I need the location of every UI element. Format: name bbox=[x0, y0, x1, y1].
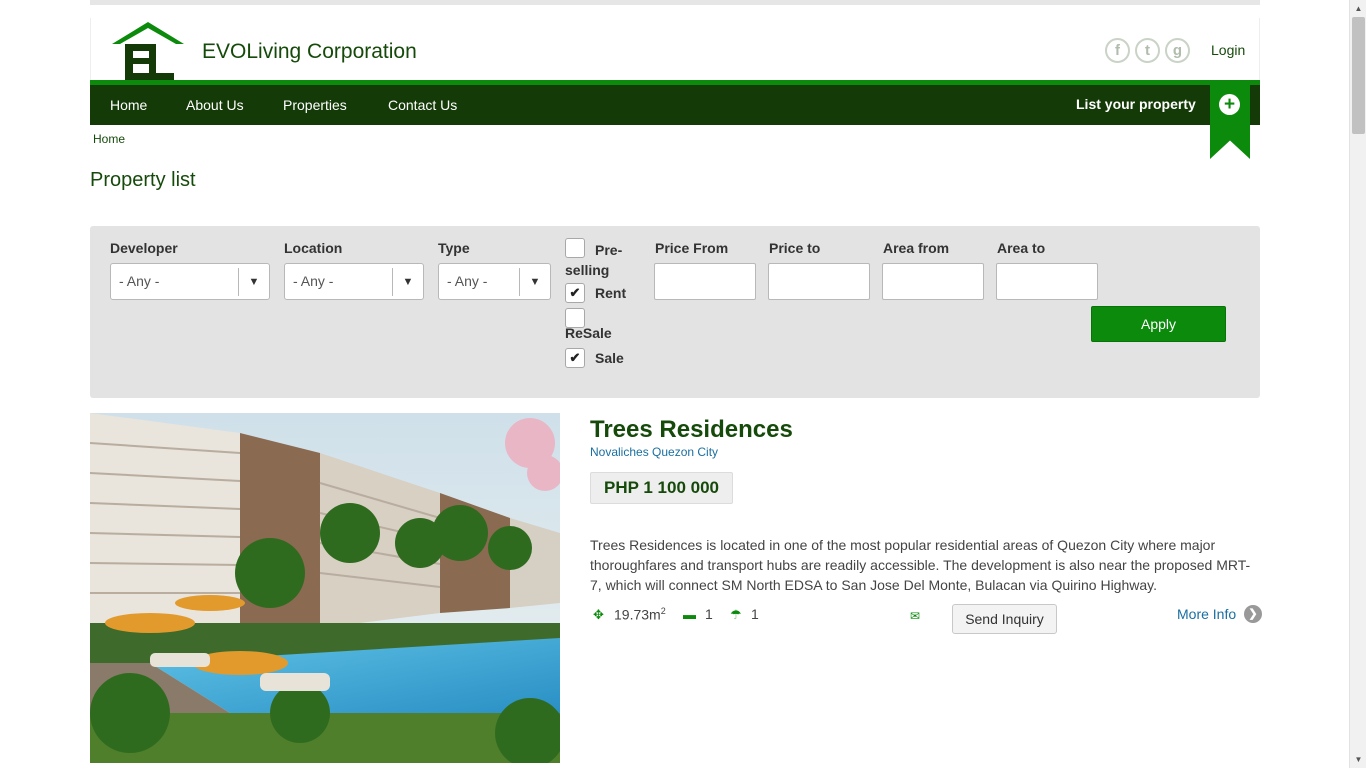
facebook-icon[interactable]: f bbox=[1105, 38, 1130, 63]
top-strip bbox=[90, 0, 1260, 5]
chevron-down-icon: ▼ bbox=[519, 268, 550, 296]
shower-icon: ☂ bbox=[730, 607, 742, 622]
rent-checkbox[interactable]: ✔ bbox=[565, 283, 585, 303]
scrollbar-thumb[interactable] bbox=[1352, 17, 1365, 134]
brand-name: EVOLiving Corporation bbox=[202, 40, 417, 63]
location-select-value: - Any - bbox=[293, 273, 334, 289]
page-scrollbar[interactable]: ▲ ▼ bbox=[1349, 0, 1366, 768]
price-from-input[interactable] bbox=[654, 263, 756, 300]
site-header: EVOLiving Corporation f t g Login bbox=[90, 18, 1260, 80]
property-filter-form: Developer - Any - ▼ Location - Any - ▼ T… bbox=[90, 226, 1260, 398]
pre-selling-label: Pre-selling bbox=[565, 242, 623, 278]
list-your-property-link[interactable]: List your property bbox=[1076, 96, 1196, 112]
area-to-label: Area to bbox=[997, 240, 1046, 256]
nav-contact-us[interactable]: Contact Us bbox=[388, 97, 457, 113]
envelope-icon: ✉ bbox=[910, 609, 921, 623]
chevron-down-icon: ▼ bbox=[392, 268, 423, 296]
price-to-input[interactable] bbox=[768, 263, 870, 300]
area-from-label: Area from bbox=[883, 240, 950, 256]
area-from-input[interactable] bbox=[882, 263, 984, 300]
type-select[interactable]: - Any - ▼ bbox=[438, 263, 551, 300]
location-select[interactable]: - Any - ▼ bbox=[284, 263, 424, 300]
main-nav: Home About Us Properties Contact Us List… bbox=[90, 80, 1260, 125]
area-value: 19.73m2 bbox=[614, 606, 666, 623]
type-label: Type bbox=[438, 240, 470, 256]
developer-label: Developer bbox=[110, 240, 178, 256]
property-title[interactable]: Trees Residences bbox=[590, 416, 793, 444]
area-number: 19.73m bbox=[614, 606, 661, 623]
price-from-label: Price From bbox=[655, 240, 729, 256]
nav-about-us[interactable]: About Us bbox=[186, 97, 244, 113]
apply-button[interactable]: Apply bbox=[1091, 306, 1226, 342]
area-unit-exponent: 2 bbox=[660, 606, 666, 616]
more-info-link[interactable]: More Info bbox=[1177, 606, 1236, 622]
scroll-up-icon[interactable]: ▲ bbox=[1350, 0, 1366, 17]
sale-checkbox[interactable]: ✔ bbox=[565, 348, 585, 368]
bedrooms-count: 1 bbox=[705, 606, 713, 622]
bathrooms-count: 1 bbox=[751, 606, 759, 622]
page-title: Property list bbox=[90, 169, 196, 191]
plus-icon[interactable]: + bbox=[1219, 94, 1240, 115]
property-price: PHP 1 100 000 bbox=[590, 472, 733, 504]
property-photo[interactable] bbox=[90, 413, 560, 763]
rent-label: Rent bbox=[595, 285, 627, 301]
site-logo[interactable] bbox=[111, 20, 185, 82]
property-location[interactable]: Novaliches Quezon City bbox=[590, 445, 718, 459]
area-to-input[interactable] bbox=[996, 263, 1098, 300]
nav-properties[interactable]: Properties bbox=[283, 97, 347, 113]
developer-select[interactable]: - Any - ▼ bbox=[110, 263, 270, 300]
sale-label: Sale bbox=[595, 350, 624, 366]
nav-home[interactable]: Home bbox=[110, 97, 147, 113]
scroll-down-icon[interactable]: ▼ bbox=[1350, 751, 1366, 768]
price-to-label: Price to bbox=[769, 240, 821, 256]
chevron-right-icon[interactable]: ❯ bbox=[1244, 605, 1262, 623]
bed-icon: ▬ bbox=[683, 607, 696, 622]
developer-select-value: - Any - bbox=[119, 273, 160, 289]
property-description: Trees Residences is located in one of th… bbox=[590, 537, 1251, 593]
tumblr-icon[interactable]: t bbox=[1135, 38, 1160, 63]
resale-label: ReSale bbox=[565, 325, 612, 341]
location-label: Location bbox=[284, 240, 343, 256]
breadcrumb[interactable]: Home bbox=[93, 132, 125, 146]
send-inquiry-button[interactable]: Send Inquiry bbox=[952, 604, 1057, 634]
type-select-value: - Any - bbox=[447, 273, 488, 289]
area-icon: ✥ bbox=[593, 607, 604, 622]
google-icon[interactable]: g bbox=[1165, 38, 1190, 63]
login-link[interactable]: Login bbox=[1211, 42, 1245, 58]
chevron-down-icon: ▼ bbox=[238, 268, 269, 296]
